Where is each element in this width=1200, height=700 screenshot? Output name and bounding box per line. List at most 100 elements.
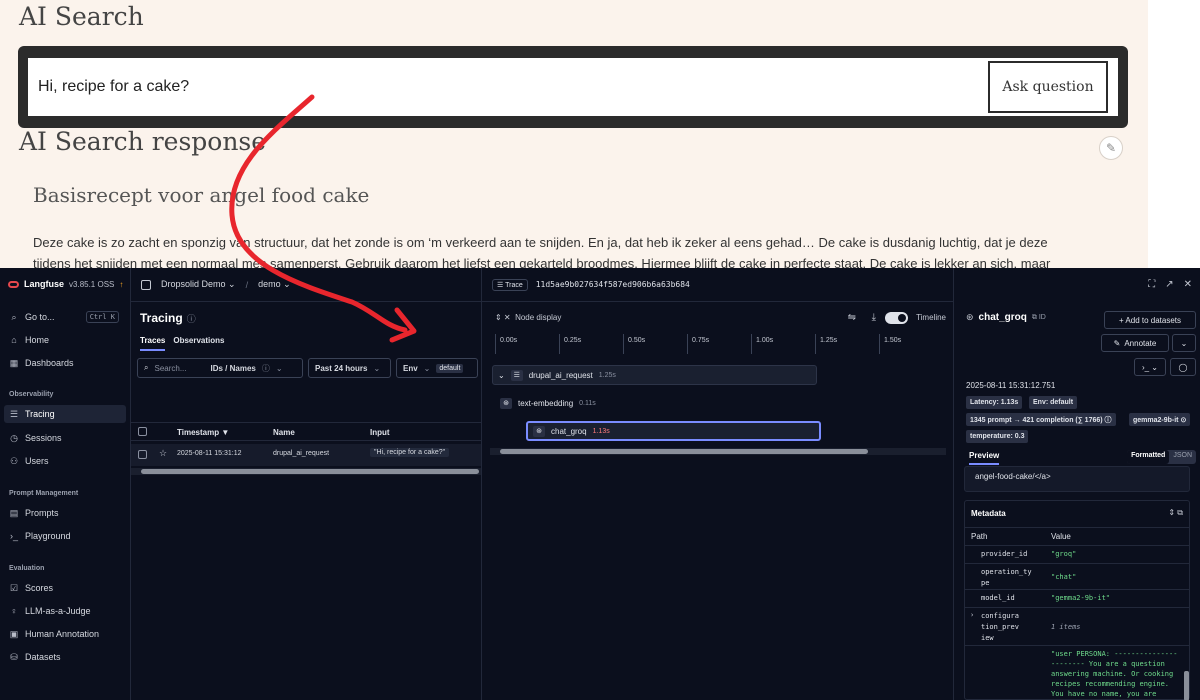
tick-label: 0.75s: [687, 334, 709, 354]
sidebar: Langfuse v3.85.1 OSS ↑ ⌕ Go to... Ctrl K…: [0, 268, 131, 700]
row-checkbox[interactable]: [138, 450, 147, 459]
chevron-right-icon[interactable]: ›: [970, 611, 974, 619]
search-placeholder: Search...: [154, 363, 187, 373]
timeline-toggle[interactable]: [885, 312, 908, 324]
tracing-title-text: Tracing: [140, 311, 183, 325]
page-margin: [1148, 0, 1200, 268]
chevron-down-icon: ⌄: [275, 363, 283, 373]
span-chat-groq[interactable]: ⊛ chat_groq 1.13s: [526, 421, 821, 441]
vertical-scrollbar[interactable]: [1184, 671, 1189, 700]
env-label: Env: [403, 363, 418, 373]
copy-id-button[interactable]: ⧉ ID: [1032, 314, 1046, 322]
horizontal-scrollbar[interactable]: [490, 448, 946, 455]
star-icon[interactable]: ☆: [159, 448, 167, 459]
env-filter[interactable]: Env ⌄ default: [396, 358, 478, 378]
add-to-datasets-button[interactable]: + Add to datasets: [1104, 311, 1196, 329]
tick-label: 0.25s: [559, 334, 581, 354]
select-all-checkbox[interactable]: [138, 427, 147, 436]
settings-sliders-icon[interactable]: ⇋: [848, 312, 856, 323]
tick-label: 0.50s: [623, 334, 645, 354]
sidebar-item-datasets[interactable]: ⛁ Datasets: [4, 648, 126, 666]
meta-key: provider_id: [981, 550, 1028, 558]
tick-label: 0.00s: [495, 334, 517, 354]
format-json[interactable]: JSON: [1169, 450, 1196, 464]
table-row[interactable]: ☆ 2025-08-11 15:31:12 drupal_ai_request …: [131, 444, 481, 466]
tick-label: 1.25s: [815, 334, 837, 354]
website-area: AI Search Ask question AI Search respons…: [0, 0, 1148, 268]
lightbulb-icon: ♀: [10, 606, 18, 616]
timeline-label: Timeline: [916, 313, 946, 322]
scrollbar-thumb[interactable]: [141, 469, 479, 474]
playground-button[interactable]: ›_ ⌄: [1134, 358, 1166, 376]
tab-preview[interactable]: Preview: [969, 451, 1000, 465]
ids-names-select[interactable]: IDs / Names: [210, 364, 255, 373]
sidebar-item-llm-judge[interactable]: ♀ LLM-as-a-Judge: [4, 602, 126, 620]
sidebar-item-tracing[interactable]: ☰ Tracing: [4, 405, 126, 423]
time-range-select[interactable]: Past 24 hours ⌄: [308, 358, 391, 378]
sidebar-item-dashboards[interactable]: ▦ Dashboards: [4, 354, 126, 372]
pencil-icon[interactable]: ✎: [1099, 136, 1123, 160]
col-value: Value: [1051, 532, 1071, 541]
home-icon: ⌂: [11, 335, 17, 345]
expand-icon[interactable]: ⛶: [1148, 279, 1155, 290]
page-title: AI Search: [19, 2, 144, 31]
brand[interactable]: Langfuse v3.85.1 OSS ↑: [8, 279, 123, 289]
metadata-row: operation_ty pe "chat": [965, 563, 1189, 589]
scrollbar-thumb[interactable]: [500, 449, 868, 454]
search-box: Ask question: [28, 58, 1118, 116]
project-bar: Dropsolid Demo ⌄ / demo ⌄: [131, 268, 481, 302]
metadata-row[interactable]: › configura tion_prev iew 1 items: [965, 607, 1189, 645]
trace-badge: ☰ Trace: [492, 278, 528, 291]
annotation-icon: ▣: [9, 628, 19, 639]
sidebar-item-label: Prompts: [25, 508, 59, 518]
sidebar-item-human-annotation[interactable]: ▣ Human Annotation: [4, 625, 126, 643]
horizontal-scrollbar[interactable]: [131, 468, 481, 475]
chevron-down-icon: ⌄: [423, 363, 431, 373]
annotate-button[interactable]: ✎ Annotate: [1101, 334, 1169, 352]
meta-key: operation_ty pe: [981, 568, 1032, 587]
langfuse-logo-icon: [8, 280, 19, 288]
annotate-menu-button[interactable]: ⌄: [1172, 334, 1196, 352]
trace-panel: ☰ Trace 11d5ae9b027634f587ed906b6a63b684…: [481, 268, 954, 700]
ask-question-button[interactable]: Ask question: [988, 61, 1108, 113]
sidebar-item-scores[interactable]: ☑ Scores: [4, 579, 126, 597]
table-header: Timestamp ▼ Name Input: [131, 422, 481, 441]
sidebar-item-playground[interactable]: ›_ Playground: [4, 527, 126, 545]
model-badge[interactable]: gemma2-9b-it ⊙: [1129, 413, 1191, 426]
tab-traces[interactable]: Traces: [140, 336, 166, 351]
sidebar-toggle-icon[interactable]: [141, 279, 151, 290]
trace-search[interactable]: ⌕ Search... IDs / Names ⓘ ⌄: [137, 358, 303, 378]
copy-icon[interactable]: ⧉: [1177, 508, 1183, 517]
sidebar-item-home[interactable]: ⌂ Home: [4, 331, 126, 349]
project-switcher[interactable]: demo ⌄: [258, 279, 291, 290]
sidebar-item-goto[interactable]: ⌕ Go to... Ctrl K: [4, 308, 126, 326]
info-icon[interactable]: ⓘ: [187, 314, 196, 324]
comment-button[interactable]: ◯: [1170, 358, 1196, 376]
sidebar-item-label: Home: [25, 335, 50, 345]
download-icon[interactable]: ⤓: [872, 312, 876, 323]
col-name[interactable]: Name: [273, 428, 295, 437]
col-timestamp[interactable]: Timestamp ▼: [177, 428, 229, 437]
org-switcher[interactable]: Dropsolid Demo ⌄: [161, 279, 236, 290]
preview-content: angel-food-cake/</a>: [964, 466, 1190, 492]
tab-observations[interactable]: Observations: [173, 336, 224, 351]
collapse-icon[interactable]: ⇕: [1168, 508, 1175, 517]
search-input[interactable]: [38, 58, 978, 116]
sidebar-item-users[interactable]: ⚇ Users: [4, 452, 126, 470]
col-input[interactable]: Input: [370, 428, 390, 437]
update-arrow-icon: ↑: [119, 279, 124, 289]
time-axis: 0.00s 0.25s 0.50s 0.75s 1.00s 1.25s 1.50…: [482, 334, 954, 356]
recipe-body: Deze cake is zo zacht en sponzig van str…: [33, 232, 1113, 268]
external-link-icon[interactable]: ↗: [1165, 279, 1173, 290]
span-drupal-ai-request[interactable]: ⌄ ☰ drupal_ai_request 1.25s: [492, 365, 817, 385]
meta-value: 1 items: [1051, 623, 1081, 631]
sidebar-item-prompts[interactable]: ▤ Prompts: [4, 504, 126, 522]
trace-badge-label: Trace: [505, 281, 523, 289]
node-display-toggle[interactable]: ⇕ ✕ Node display: [495, 313, 561, 322]
sidebar-item-sessions[interactable]: ◷ Sessions: [4, 429, 126, 447]
span-text-embedding[interactable]: ⊛ text-embedding 0.11s: [496, 393, 636, 413]
close-icon[interactable]: ✕: [1184, 279, 1192, 290]
format-formatted[interactable]: Formatted: [1127, 450, 1170, 464]
tracing-panel: Tracing ⓘ Traces Observations ⌕ Search...…: [131, 302, 481, 700]
trace-toolbar: ⇕ ✕ Node display ⇋ ⤓ Timeline: [482, 310, 954, 326]
